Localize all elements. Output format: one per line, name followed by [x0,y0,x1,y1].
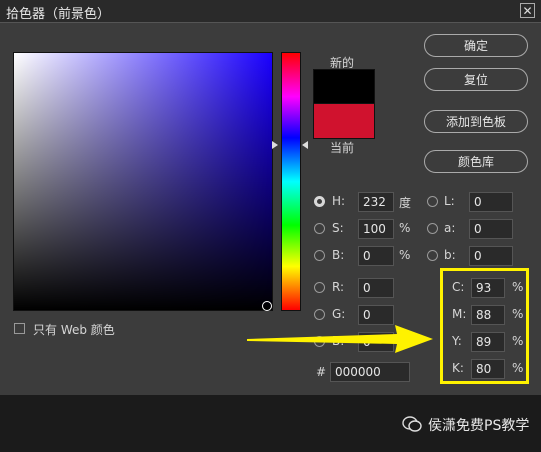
reset-button[interactable]: 复位 [424,68,528,91]
a-input[interactable]: 0 [469,219,513,239]
current-color-label: 当前 [330,141,355,155]
hex-input[interactable]: 000000 [330,362,410,382]
new-color-swatch [313,69,375,105]
title-bar: 拾色器（前景色） ✕ [0,0,541,23]
g-label: G: [332,307,346,321]
lab-b-radio[interactable] [427,250,438,261]
b-label: B: [332,248,345,262]
dialog-title: 拾色器（前景色） [6,7,111,22]
s-label: S: [332,221,344,235]
h-label: H: [332,194,346,208]
a-label: a: [444,221,456,235]
h-radio[interactable] [314,196,325,207]
close-icon[interactable]: ✕ [520,3,535,18]
hue-slider[interactable] [281,52,301,311]
cmyk-highlight-box [440,268,529,384]
s-unit: % [399,221,411,235]
h-input[interactable]: 232 [358,192,394,212]
r-label: R: [332,280,345,294]
b-radio[interactable] [314,250,325,261]
color-picker-dialog: 拾色器（前景色） ✕ 新的 当前 确定 复位 添加到色板 颜色库 H: 232 … [0,0,541,395]
hex-label: # [316,365,327,379]
ok-button[interactable]: 确定 [424,34,528,57]
color-libraries-button[interactable]: 颜色库 [424,150,528,173]
wechat-icon [402,416,422,432]
annotation-arrow [247,325,433,353]
color-field[interactable] [13,52,273,311]
web-colors-checkbox[interactable] [14,323,25,334]
lab-b-input[interactable]: 0 [469,246,513,266]
b-unit: % [399,248,411,262]
hue-slider-handle-right[interactable] [302,141,308,149]
s-input[interactable]: 100 [358,219,394,239]
l-label: L: [444,194,455,208]
l-input[interactable]: 0 [469,192,513,212]
hue-slider-handle-left[interactable] [272,141,278,149]
current-color-swatch[interactable] [313,103,375,139]
lab-b-label: b: [444,248,456,262]
watermark-text: 侯潇免费PS教学 [428,418,530,434]
r-radio[interactable] [314,282,325,293]
color-field-cursor[interactable] [262,301,272,311]
add-to-swatches-button[interactable]: 添加到色板 [424,110,528,133]
b-input[interactable]: 0 [358,246,394,266]
a-radio[interactable] [427,223,438,234]
h-unit: 度 [399,196,412,210]
web-colors-label: 只有 Web 颜色 [33,323,115,337]
annotation-arrow-shape [247,325,433,353]
g-radio[interactable] [314,309,325,320]
l-radio[interactable] [427,196,438,207]
r-input[interactable]: 0 [358,278,394,298]
s-radio[interactable] [314,223,325,234]
